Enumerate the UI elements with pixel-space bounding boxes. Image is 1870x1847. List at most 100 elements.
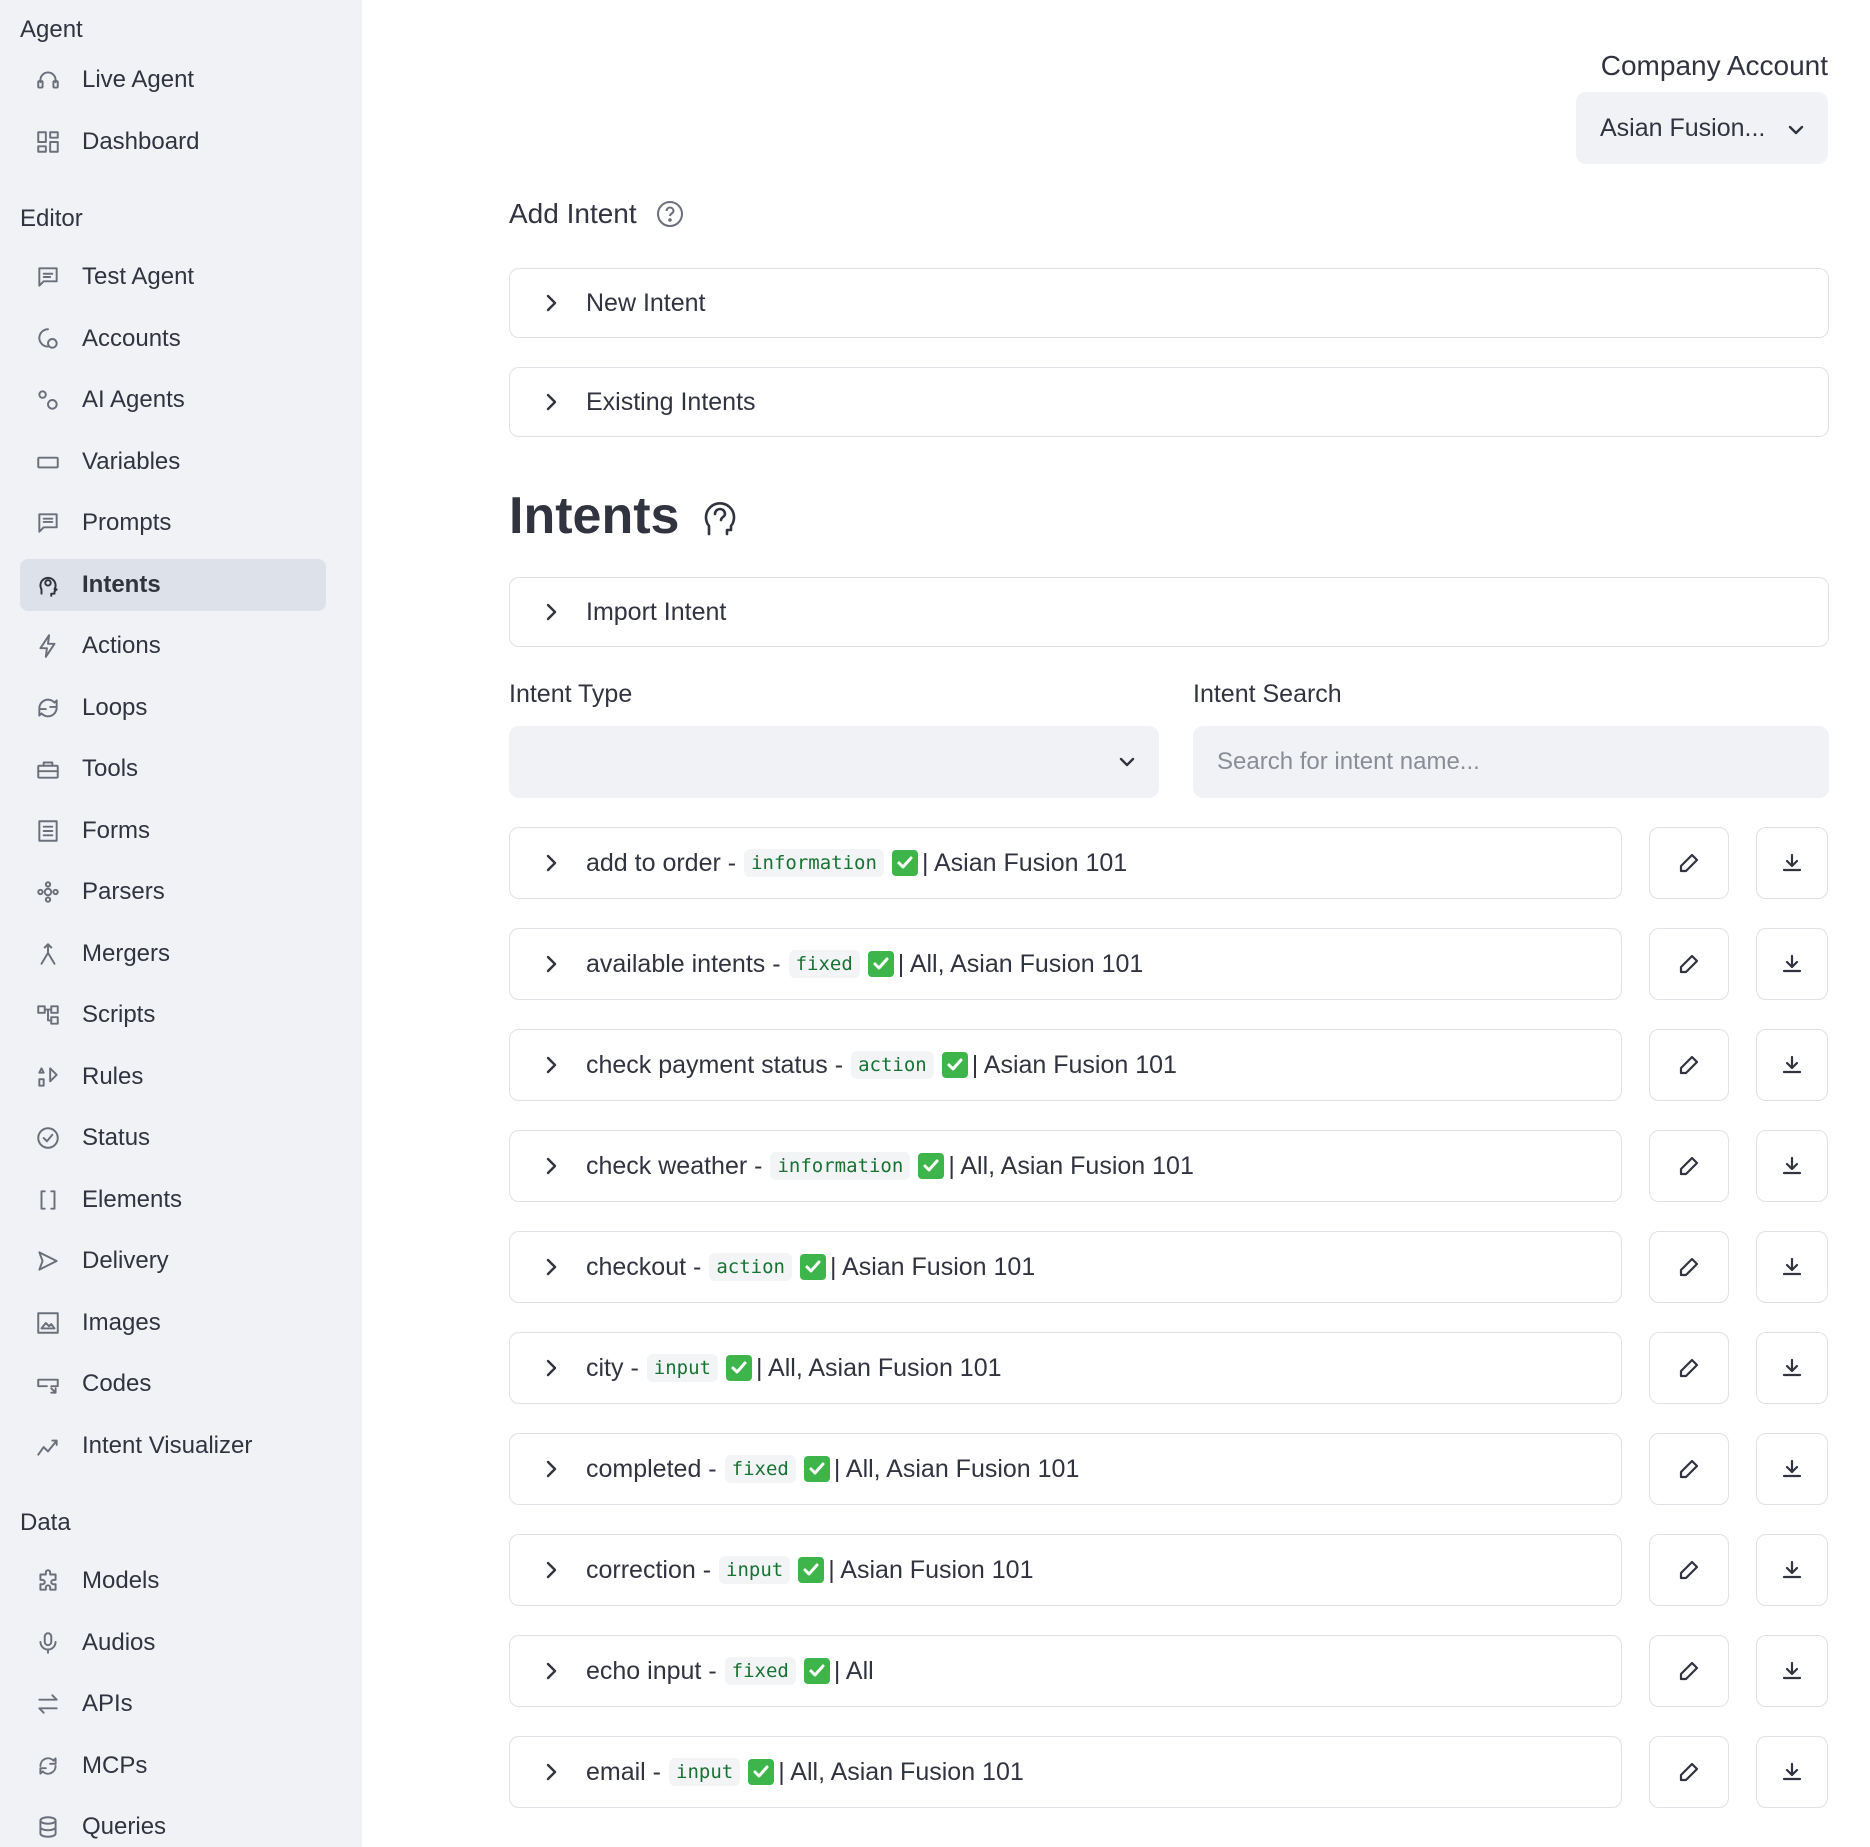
import-intent-expander[interactable]: Import Intent [509,577,1829,647]
brackets-icon [34,1186,62,1214]
intent-name: check payment status - [586,1050,844,1079]
sidebar-item-test-agent[interactable]: Test Agent [20,251,326,303]
sidebar-item-queries[interactable]: Queries [20,1801,326,1847]
intent-expander[interactable]: email - input | All, Asian Fusion 101 [509,1736,1622,1808]
sidebar-item-live-agent[interactable]: Live Agent [20,54,326,106]
intent-expander[interactable]: completed - fixed | All, Asian Fusion 101 [509,1433,1622,1505]
download-icon [1780,1659,1804,1683]
page-title-text: Intents [509,487,680,545]
expander-label: Import Intent [586,597,727,626]
edit-intent-button[interactable] [1649,1534,1729,1606]
download-intent-button[interactable] [1756,1029,1828,1101]
chevron-right-icon [540,852,562,874]
download-intent-button[interactable] [1756,1231,1828,1303]
check-mark-icon [941,1052,968,1078]
edit-intent-button[interactable] [1649,1130,1729,1202]
sidebar-item-intents[interactable]: Intents [20,558,326,611]
edit-intent-button[interactable] [1649,928,1729,1000]
intent-search-input[interactable] [1193,726,1829,798]
rectangle-icon [34,448,62,476]
intent-type-select[interactable] [509,726,1159,798]
chevron-down-icon [1786,118,1806,138]
sidebar-item-parsers[interactable]: Parsers [20,866,326,918]
mic-icon [34,1629,62,1657]
company-account-select[interactable]: Asian Fusion... [1576,92,1828,164]
sidebar-item-tools[interactable]: Tools [20,743,326,795]
chevron-right-icon [540,1458,562,1480]
intent-expander[interactable]: echo input - fixed | All [509,1635,1622,1707]
expander-label: Existing Intents [586,387,756,416]
sidebar-item-prompts[interactable]: Prompts [20,497,326,549]
intent-expander[interactable]: available intents - fixed | All, Asian Fus… [509,928,1622,1000]
sidebar-item-loops[interactable]: Loops [20,682,326,734]
intent-expander[interactable]: correction - input | Asian Fusion 101 [509,1534,1622,1606]
sidebar-item-models[interactable]: Models [20,1555,326,1607]
intent-expander[interactable]: check weather - information | All, Asian F… [509,1130,1622,1202]
image-icon [34,1309,62,1337]
new-intent-expander[interactable]: New Intent [509,268,1829,338]
sidebar-item-delivery[interactable]: Delivery [20,1235,326,1287]
sidebar-item-label: Actions [82,632,161,659]
download-intent-button[interactable] [1756,1534,1828,1606]
sidebar-item-label: Loops [82,693,148,721]
message-icon [34,509,62,537]
intent-expander[interactable]: check payment status - action | Asian Fusi… [509,1029,1622,1101]
sidebar-item-apis[interactable]: APIs [20,1678,326,1730]
intent-expander[interactable]: add to order - information | Asian Fusion … [509,827,1622,899]
chevron-down-icon [1117,752,1137,772]
sidebar-item-accounts[interactable]: Accounts [20,313,326,365]
sidebar-item-dashboard[interactable]: Dashboard [20,116,326,168]
chevron-right-icon [540,292,562,314]
edit-intent-button[interactable] [1649,1635,1729,1707]
download-intent-button[interactable] [1756,928,1828,1000]
sidebar-item-elements[interactable]: Elements [20,1174,326,1226]
sidebar-item-status[interactable]: Status [20,1112,326,1164]
sidebar-item-label: Codes [82,1370,152,1397]
expander-label: New Intent [586,288,706,317]
sidebar-item-codes[interactable]: Codes [20,1358,326,1410]
sidebar-item-images[interactable]: Images [20,1297,326,1349]
download-intent-button[interactable] [1756,1433,1828,1505]
section-title-data: Data [20,1509,71,1536]
check-circle-icon [34,1124,62,1152]
sidebar-item-intent-visualizer[interactable]: Intent Visualizer [20,1420,326,1472]
sidebar-item-audios[interactable]: Audios [20,1617,326,1669]
sidebar-item-label: Parsers [82,878,165,905]
edit-intent-button[interactable] [1649,1029,1729,1101]
check-mark-icon [803,1456,830,1482]
existing-intents-expander[interactable]: Existing Intents [509,367,1829,437]
intent-name: available intents - [586,949,781,978]
download-intent-button[interactable] [1756,827,1828,899]
edit-intent-button[interactable] [1649,827,1729,899]
edit-intent-button[interactable] [1649,1231,1729,1303]
sidebar-item-rules[interactable]: Rules [20,1051,326,1103]
edit-intent-button[interactable] [1649,1332,1729,1404]
help-icon[interactable] [655,199,685,229]
edit-intent-button[interactable] [1649,1736,1729,1808]
edit-intent-button[interactable] [1649,1433,1729,1505]
sidebar-item-ai-agents[interactable]: AI Agents [20,374,326,426]
intent-accounts: | All, Asian Fusion 101 [833,1454,1080,1483]
intent-type-tag: input [719,1556,791,1584]
sidebar-item-actions[interactable]: Actions [20,620,326,672]
sidebar-item-variables[interactable]: Variables [20,436,326,488]
chevron-right-icon [540,953,562,975]
download-intent-button[interactable] [1756,1635,1828,1707]
sidebar-item-mcps[interactable]: MCPs [20,1740,326,1792]
intent-row: check weather - information | All, Asian F… [509,1130,1829,1202]
intent-type-tag: input [669,1758,741,1786]
sidebar-item-label: Images [82,1308,161,1336]
download-intent-button[interactable] [1756,1736,1828,1808]
download-icon [1780,952,1804,976]
intent-expander[interactable]: checkout - action | Asian Fusion 101 [509,1231,1622,1303]
sidebar-item-mergers[interactable]: Mergers [20,928,326,980]
company-account-value: Asian Fusion... [1600,113,1766,142]
sidebar-item-forms[interactable]: Forms [20,805,326,857]
intent-type-tag: fixed [788,950,860,978]
download-intent-button[interactable] [1756,1332,1828,1404]
sidebar-item-scripts[interactable]: Scripts [20,989,326,1041]
intent-expander[interactable]: city - input | All, Asian Fusion 101 [509,1332,1622,1404]
download-icon [1780,1154,1804,1178]
download-intent-button[interactable] [1756,1130,1828,1202]
swap-icon [34,1690,62,1718]
